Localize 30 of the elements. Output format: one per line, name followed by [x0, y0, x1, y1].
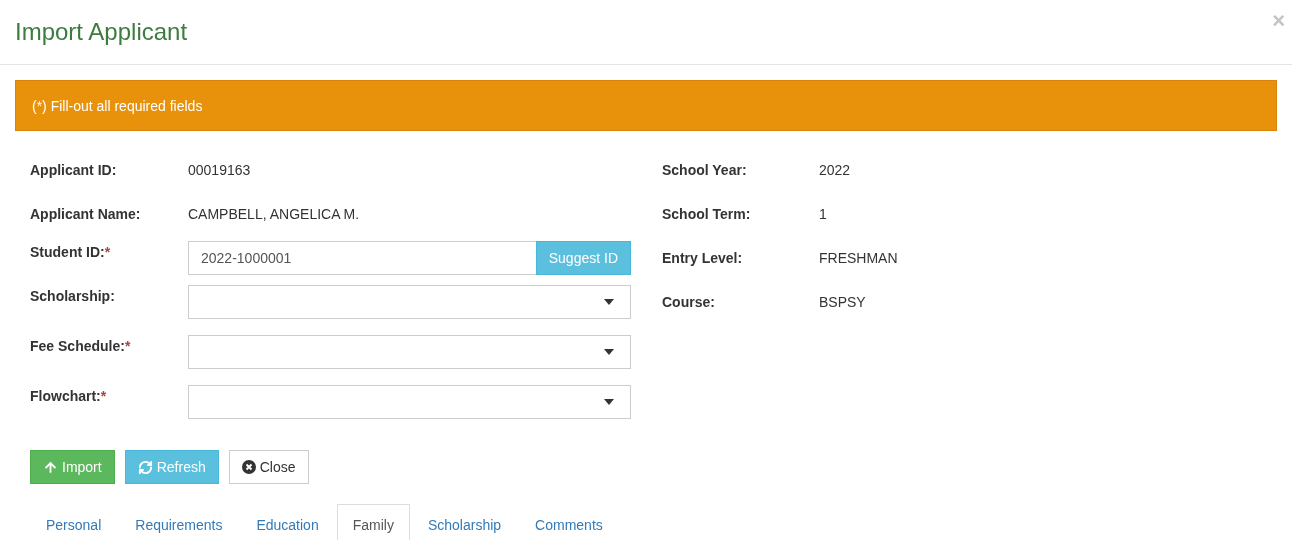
select-field[interactable] — [188, 385, 631, 419]
field-label: Applicant Name: — [30, 206, 142, 222]
refresh-icon — [137, 459, 153, 475]
field-value: 1 — [819, 206, 828, 222]
select-field[interactable] — [188, 285, 631, 319]
field-label: School Year: — [662, 162, 748, 178]
close-icon — [241, 460, 256, 474]
field-label: Course: — [662, 294, 716, 310]
tab[interactable]: Family — [336, 504, 410, 540]
field-label: Flowchart:* — [30, 387, 108, 404]
caret-icon — [604, 299, 614, 305]
field-label: Student ID:* — [30, 243, 112, 260]
field-label: Scholarship: — [30, 287, 116, 304]
field-value: 2022 — [819, 162, 852, 178]
field-value: CAMPBELL, ANGELICA M. — [188, 206, 361, 222]
field-value: 00019163 — [188, 162, 252, 178]
field-value: BSPSY — [819, 294, 867, 310]
field-label: Applicant ID: — [30, 162, 118, 178]
select-field[interactable] — [188, 335, 631, 369]
close-button[interactable]: Close — [228, 450, 309, 484]
field-label: Entry Level: — [662, 250, 744, 266]
caret-icon — [604, 349, 614, 355]
field-label: School Term: — [662, 206, 752, 222]
alert-message: (*) Fill-out all required fields — [15, 80, 1277, 131]
dialog-title: Import Applicant — [15, 18, 188, 46]
import-button[interactable]: Import — [30, 450, 115, 484]
field-value: FRESHMAN — [819, 250, 899, 266]
field-label: Fee Schedule:* — [30, 337, 132, 354]
student-id-input[interactable]: 2022-1000001 — [188, 241, 536, 275]
caret-icon — [604, 399, 614, 405]
